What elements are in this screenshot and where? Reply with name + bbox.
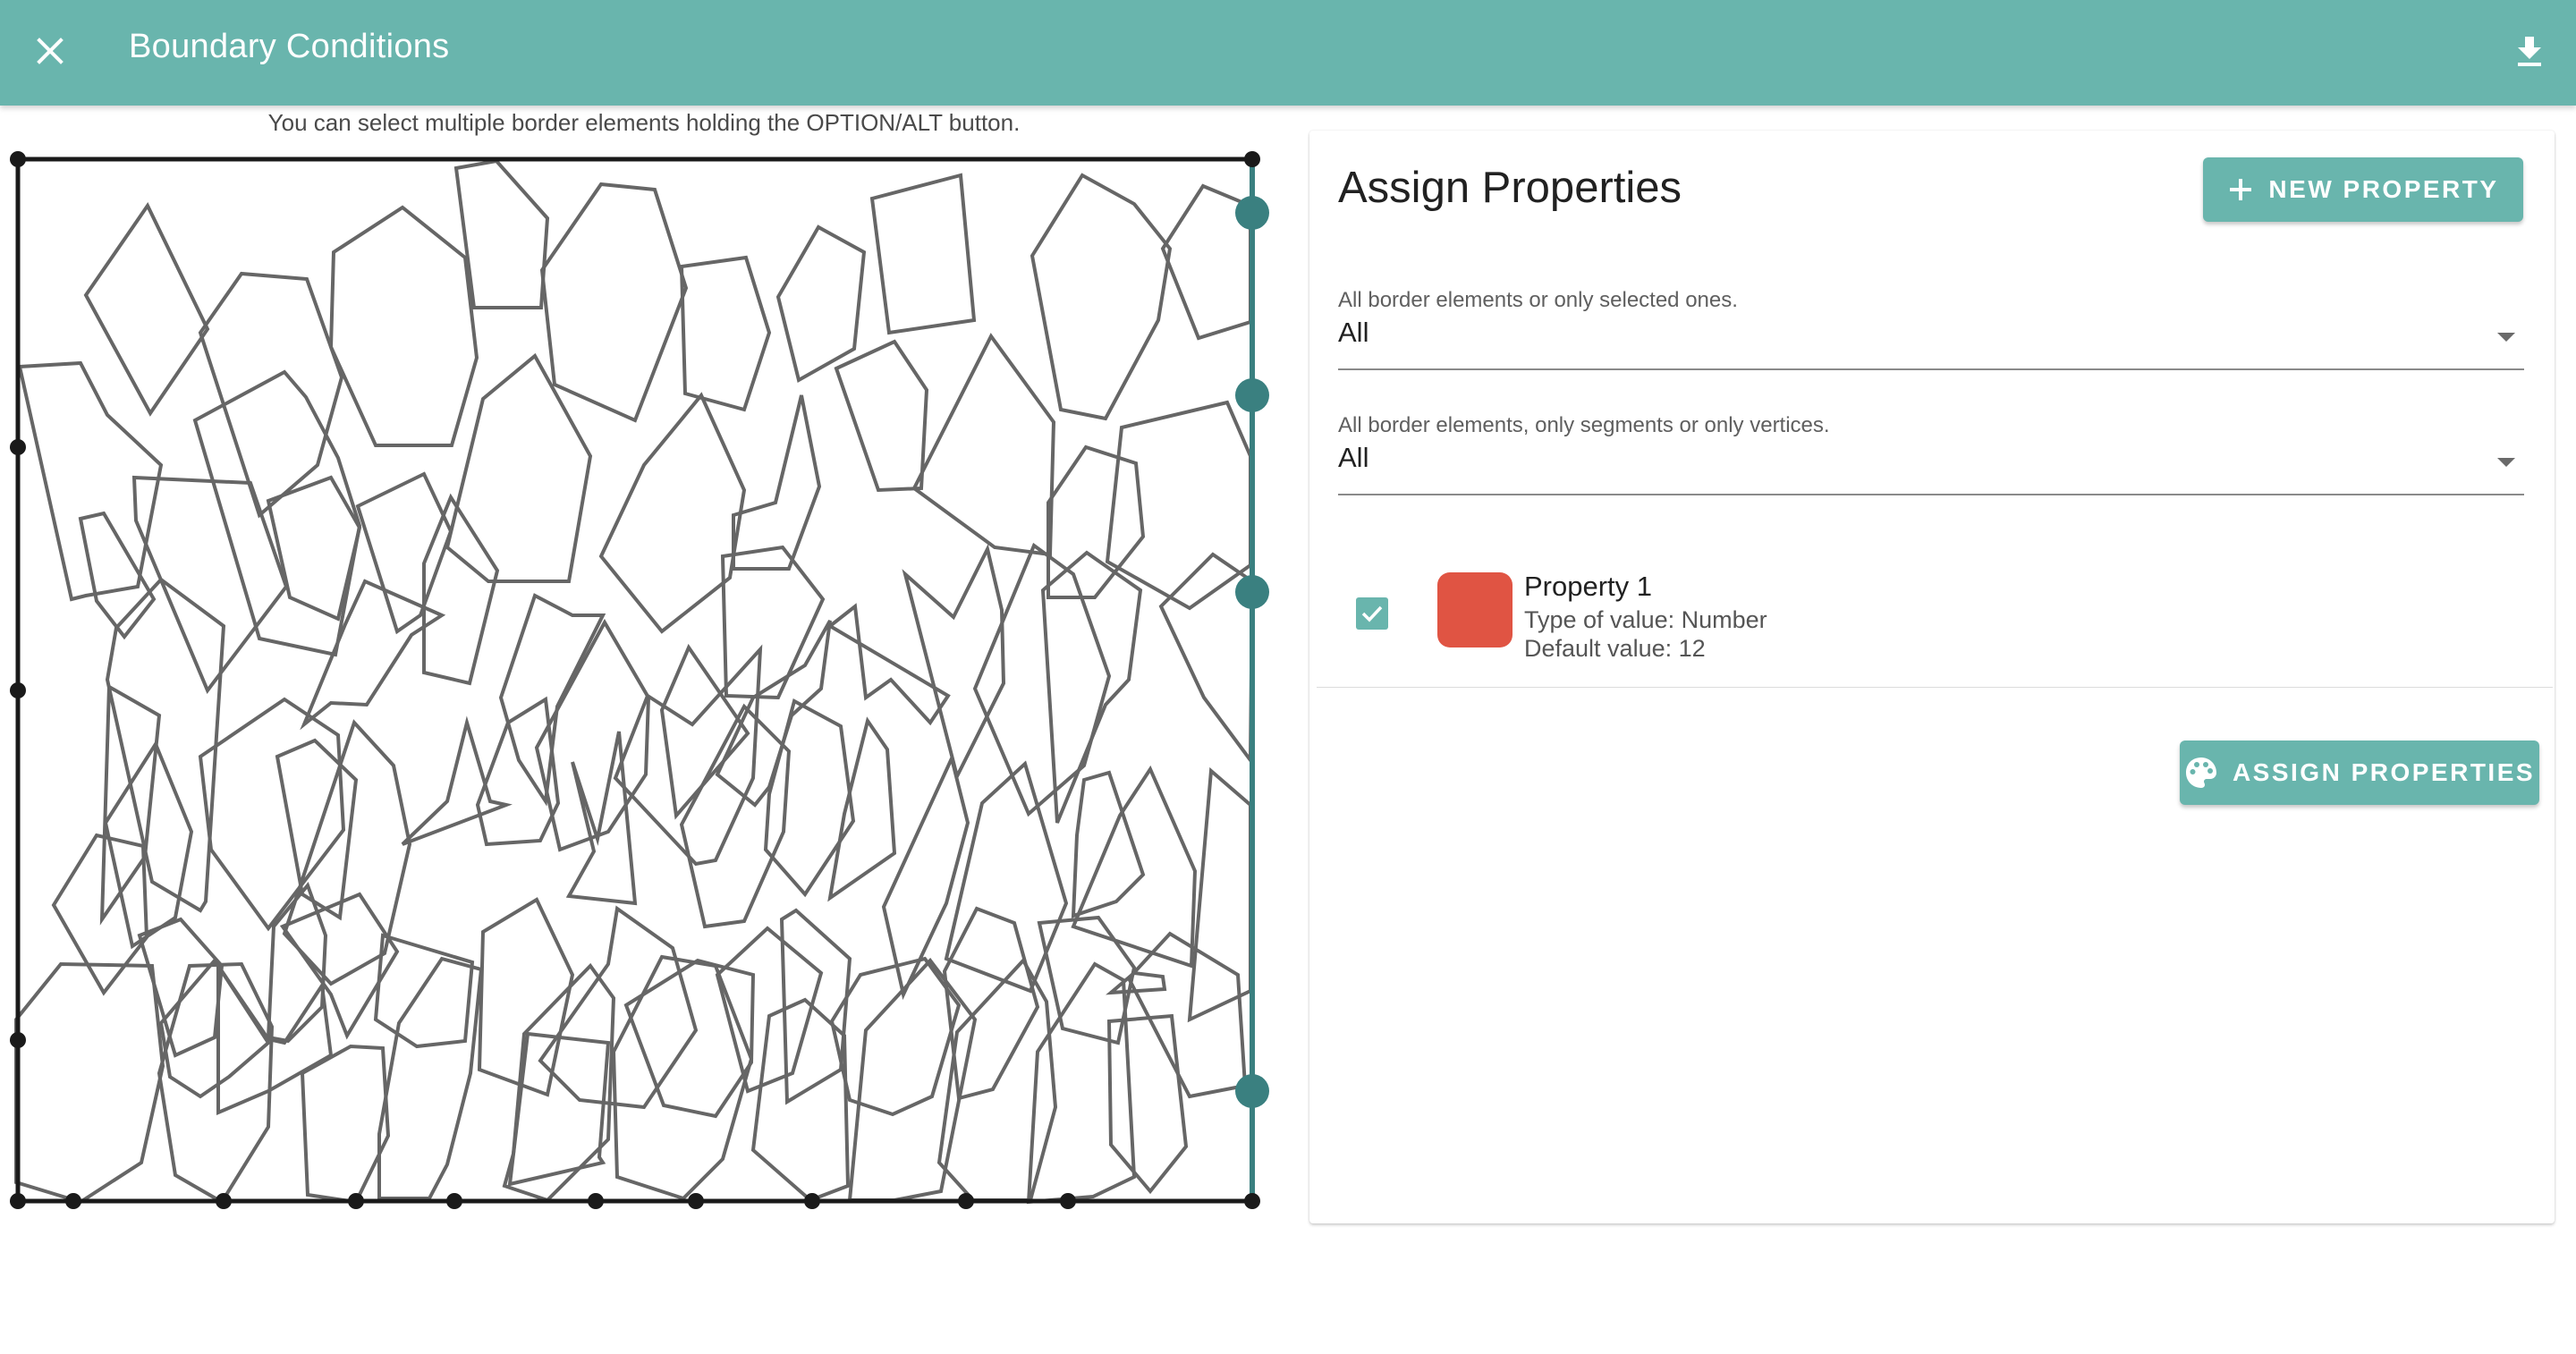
mesh-cell xyxy=(373,933,475,1049)
border-vertex[interactable] xyxy=(10,682,26,698)
check-icon xyxy=(1361,605,1383,622)
border-vertex[interactable] xyxy=(446,1193,462,1209)
close-button[interactable] xyxy=(23,24,77,78)
mesh-canvas[interactable] xyxy=(0,143,1270,1234)
mesh-cell xyxy=(911,333,1056,557)
mesh-cell xyxy=(507,1031,611,1187)
element-filter-value: All xyxy=(1338,442,1369,473)
mesh-cell xyxy=(1106,1013,1189,1195)
mesh-cell xyxy=(834,339,929,493)
mesh-cell xyxy=(775,224,867,384)
mesh-cell xyxy=(869,173,977,335)
border-vertex[interactable] xyxy=(10,1193,26,1209)
mesh-cell xyxy=(611,954,754,1201)
element-filter-select[interactable]: All border elements, only segments or on… xyxy=(1338,413,2524,495)
mesh-cell xyxy=(78,511,157,640)
mesh-cell xyxy=(679,255,772,412)
close-icon xyxy=(37,38,64,64)
border-vertex[interactable] xyxy=(958,1193,974,1209)
mesh-cell xyxy=(105,577,226,913)
border-vertex[interactable] xyxy=(804,1193,820,1209)
mesh-cell xyxy=(1105,400,1252,611)
border-vertex[interactable] xyxy=(1244,1193,1260,1209)
property-name: Property 1 xyxy=(1524,571,1653,602)
mesh-cell xyxy=(829,956,962,1117)
mesh-cell xyxy=(14,961,165,1205)
selection-filter-value: All xyxy=(1338,317,1369,348)
chevron-down-icon xyxy=(2497,333,2515,342)
mesh-cell xyxy=(266,882,328,1044)
border-vertex[interactable] xyxy=(10,439,26,455)
mesh-cell xyxy=(137,917,225,1058)
mesh-cell xyxy=(1030,173,1173,421)
new-property-label: NEW PROPERTY xyxy=(2268,175,2499,203)
mesh-cell xyxy=(99,683,162,926)
border-vertex[interactable] xyxy=(348,1193,364,1209)
plus-icon xyxy=(2230,179,2252,200)
property-color-swatch xyxy=(1437,572,1513,647)
download-button[interactable] xyxy=(2503,24,2556,78)
border-vertex-selected[interactable] xyxy=(1235,378,1269,412)
mesh-cell xyxy=(763,698,856,898)
property-type: Type of value: Number xyxy=(1524,606,1767,633)
border-vertex-selected[interactable] xyxy=(1235,196,1269,230)
mesh-svg[interactable] xyxy=(0,143,1270,1234)
mesh-cell xyxy=(51,833,149,996)
selection-filter-label: All border elements or only selected one… xyxy=(1338,288,1738,312)
mesh-cell xyxy=(377,956,484,1200)
assign-properties-button[interactable]: ASSIGN PROPERTIES xyxy=(2180,740,2539,805)
mesh-cell xyxy=(475,696,561,847)
border-vertex[interactable] xyxy=(1060,1193,1076,1209)
mesh-cell xyxy=(826,603,951,726)
mesh-cell xyxy=(422,493,500,686)
property-list-item[interactable]: Property 1 Type of value: Number Default… xyxy=(1317,542,2553,688)
panel-heading: Assign Properties xyxy=(1338,164,1682,212)
mesh-cell xyxy=(538,905,699,1110)
selection-filter-select[interactable]: All border elements or only selected one… xyxy=(1338,288,2524,370)
palette-icon xyxy=(2185,757,2216,788)
mesh-cell xyxy=(1187,766,1252,1023)
mesh-cell xyxy=(539,182,689,423)
border-vertex[interactable] xyxy=(65,1193,81,1209)
mesh-cell xyxy=(355,471,453,635)
mesh-cell xyxy=(1040,550,1143,824)
mesh-cell xyxy=(453,158,550,309)
mesh-cell xyxy=(827,716,897,902)
element-filter-label: All border elements, only segments or on… xyxy=(1338,413,1830,437)
border-vertex[interactable] xyxy=(1244,151,1260,167)
border-vertex[interactable] xyxy=(216,1193,232,1209)
app-bar: Boundary Conditions xyxy=(0,0,2576,106)
mesh-cell xyxy=(216,960,334,1116)
mesh-cell xyxy=(1126,931,1248,1099)
border-vertex-selected[interactable] xyxy=(1235,575,1269,609)
multi-select-hint: You can select multiple border elements … xyxy=(267,109,1021,136)
mesh-cell xyxy=(300,1044,391,1205)
mesh-cell xyxy=(192,369,362,657)
new-property-button[interactable]: NEW PROPERTY xyxy=(2203,157,2523,222)
dialog-title: Boundary Conditions xyxy=(129,28,450,65)
mesh-cell xyxy=(83,202,210,417)
property-default: Default value: 12 xyxy=(1524,635,1706,662)
assign-properties-label: ASSIGN PROPERTIES xyxy=(2232,758,2536,786)
mesh-cell xyxy=(198,697,346,932)
mesh-cell xyxy=(198,271,344,519)
mesh-cell xyxy=(103,740,194,950)
download-icon xyxy=(2518,37,2541,66)
mesh-cell xyxy=(401,715,513,846)
mesh-cell xyxy=(498,593,606,807)
mesh-cell xyxy=(732,394,822,571)
mesh-cell xyxy=(902,544,1006,782)
mesh-cell xyxy=(157,961,275,1205)
property-checkbox[interactable] xyxy=(1356,597,1388,630)
border-vertex[interactable] xyxy=(10,151,26,167)
chevron-down-icon xyxy=(2497,458,2515,467)
assign-properties-panel: Assign Properties NEW PROPERTY All borde… xyxy=(1309,131,2555,1223)
mesh-cell xyxy=(328,205,479,447)
border-vertex[interactable] xyxy=(588,1193,604,1209)
border-vertex-selected[interactable] xyxy=(1235,1074,1269,1108)
border-vertex[interactable] xyxy=(10,1032,26,1048)
border-vertex[interactable] xyxy=(688,1193,704,1209)
